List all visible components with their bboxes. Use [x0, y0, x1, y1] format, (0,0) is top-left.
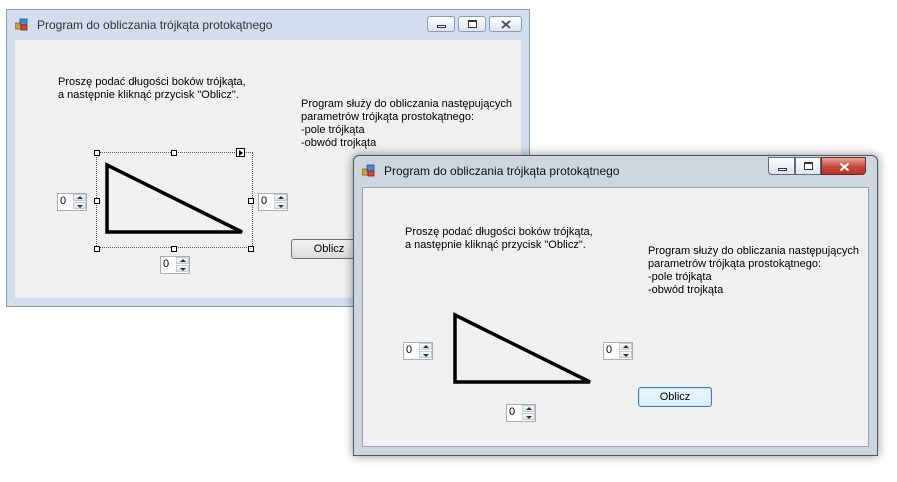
resize-handle[interactable]	[248, 246, 254, 252]
minimize-icon	[437, 25, 446, 28]
minimize-button[interactable]	[768, 157, 795, 175]
spin-down-icon[interactable]	[176, 265, 189, 272]
spin-down-icon[interactable]	[419, 351, 432, 358]
resize-handle[interactable]	[94, 198, 100, 204]
spin-up-icon[interactable]	[419, 343, 432, 350]
minimize-button[interactable]	[427, 16, 455, 32]
smart-tag-icon[interactable]	[236, 148, 245, 157]
oblicz-button[interactable]: Oblicz	[638, 387, 712, 407]
running-window: Program do obliczania trójkąta protokątn…	[353, 155, 878, 456]
side-b-input[interactable]: 0	[258, 193, 288, 211]
side-a-input[interactable]: 0	[57, 193, 87, 211]
maximize-icon	[468, 20, 477, 28]
side-c-value: 0	[509, 406, 516, 418]
app-icon	[362, 164, 375, 177]
close-icon	[839, 162, 850, 172]
running-client-area: Proszę podać długości boków trójkąta, a …	[362, 187, 869, 447]
window-title: Program do obliczania trójkąta protokątn…	[384, 164, 620, 178]
running-titlebar[interactable]: Program do obliczania trójkąta protokątn…	[354, 156, 877, 186]
window-title: Program do obliczania trójkąta protokątn…	[37, 18, 273, 32]
close-button[interactable]	[821, 157, 866, 175]
spin-down-icon[interactable]	[619, 351, 632, 358]
resize-handle[interactable]	[171, 246, 177, 252]
side-c-input[interactable]: 0	[160, 256, 190, 274]
side-a-value: 0	[406, 344, 413, 356]
spin-down-icon[interactable]	[522, 413, 535, 420]
spin-up-icon[interactable]	[73, 194, 86, 201]
side-b-value: 0	[606, 344, 613, 356]
description-label: Program służy do obliczania następującyc…	[301, 98, 512, 149]
side-c-value: 0	[163, 258, 170, 270]
maximize-button[interactable]	[458, 16, 486, 32]
minimize-icon	[778, 168, 787, 171]
triangle-picture	[453, 312, 591, 384]
designer-titlebar[interactable]: Program do obliczania trójkąta protokątn…	[7, 10, 529, 40]
side-a-input[interactable]: 0	[403, 342, 433, 360]
resize-handle[interactable]	[94, 150, 100, 156]
spin-up-icon[interactable]	[176, 257, 189, 264]
instruction-label: Proszę podać długości boków trójkąta, a …	[58, 76, 246, 101]
spin-up-icon[interactable]	[522, 405, 535, 412]
maximize-button[interactable]	[795, 157, 821, 175]
side-b-value: 0	[261, 195, 268, 207]
spin-up-icon[interactable]	[274, 194, 287, 201]
resize-handle[interactable]	[248, 198, 254, 204]
close-button[interactable]	[489, 16, 522, 32]
spin-up-icon[interactable]	[619, 343, 632, 350]
maximize-icon	[804, 162, 813, 170]
app-icon	[15, 18, 28, 31]
description-label: Program służy do obliczania następującyc…	[648, 245, 859, 296]
instruction-label: Proszę podać długości boków trójkąta, a …	[405, 226, 593, 251]
resize-handle[interactable]	[171, 150, 177, 156]
triangle-picture[interactable]	[100, 156, 250, 246]
side-a-value: 0	[60, 195, 67, 207]
resize-handle[interactable]	[94, 246, 100, 252]
side-b-input[interactable]: 0	[603, 342, 633, 360]
close-icon	[501, 20, 511, 29]
spin-down-icon[interactable]	[73, 202, 86, 209]
spin-down-icon[interactable]	[274, 202, 287, 209]
side-c-input[interactable]: 0	[506, 404, 536, 422]
